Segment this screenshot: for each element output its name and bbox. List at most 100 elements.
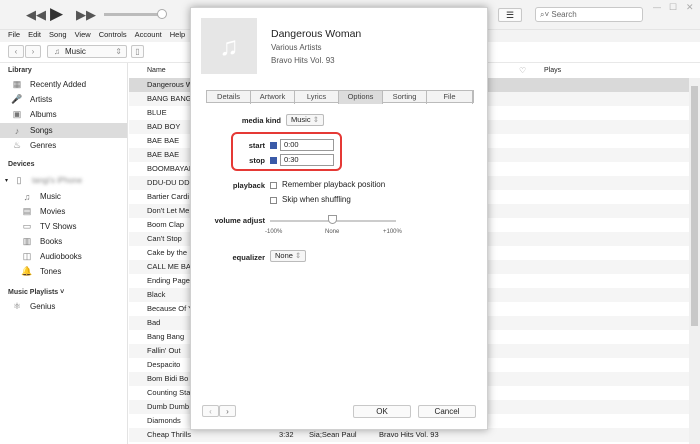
search-placeholder: Search [551,10,577,19]
song-name: Bang Bang [147,332,185,341]
skip-checkbox[interactable] [270,197,277,204]
back-button[interactable]: ‹ [8,45,24,58]
song-name: Cheap Thrills [147,430,192,439]
song-info-dialog: ♫ Dangerous Woman Various Artists Bravo … [190,7,488,430]
menu-file[interactable]: File [8,30,20,39]
search-input[interactable]: ⌕˅ Search [535,7,643,22]
note-icon: ♫ [54,47,60,56]
volume-slider[interactable] [104,13,164,16]
sidebar-item-recently-added[interactable]: ▦ Recently Added [0,77,127,92]
skip-label: Skip when shuffling [282,195,351,204]
artwork-placeholder-icon: ♫ [201,18,257,74]
tv-icon: ▭ [22,221,32,231]
equalizer-label: equalizer [232,253,265,262]
next-song-button[interactable]: › [219,405,236,417]
item-label: Books [40,237,63,246]
calendar-grid-icon: ▦ [12,79,22,89]
sidebar-item-genius[interactable]: ⚛ Genius [0,299,127,314]
media-selector[interactable]: ♫ Music ⇕ [47,45,127,58]
item-label: Movies [40,207,66,216]
item-label: Recently Added [30,80,87,89]
stop-checkbox[interactable] [270,157,277,164]
tab-file[interactable]: File [427,91,473,104]
volume-adjust-label: volume adjust [214,216,265,225]
stop-field[interactable]: 0:30 [280,154,334,166]
menu-song[interactable]: Song [49,30,67,39]
tab-bar: Details Artwork Lyrics Options Sorting File [206,90,474,104]
item-label: Music [40,192,61,201]
start-label: start [248,141,265,150]
album-icon: ▣ [12,109,22,119]
sidebar-item-songs[interactable]: ♪ Songs [0,123,127,138]
song-name: Despacito [147,360,181,369]
scrollbar[interactable] [689,78,700,444]
song-title: Dangerous Woman [271,28,362,40]
forward-button[interactable]: › [25,45,41,58]
device-item-audiobooks[interactable]: ◫ Audiobooks [0,249,127,264]
microphone-icon: 🎤 [11,94,23,104]
previous-song-button[interactable]: ‹ [202,405,219,417]
list-view-button[interactable]: ☰ [498,8,522,22]
sidebar-item-genres[interactable]: ♨ Genres [0,138,127,153]
menu-view[interactable]: View [75,30,91,39]
item-label: Genres [30,141,57,150]
play-icon[interactable]: ▶ [50,4,63,24]
column-plays-header[interactable]: Plays [544,67,561,74]
remember-checkbox[interactable] [270,182,277,189]
media-kind-select[interactable]: Music ⇕ [286,114,324,126]
song-name: Don't Let Me [147,206,190,215]
menu-account[interactable]: Account [135,30,162,39]
sidebar: Library ▦ Recently Added 🎤 Artists ▣ Albums… [0,63,128,444]
song-name: BLUE [147,108,167,117]
item-label: TV Shows [40,222,77,231]
maximize-icon[interactable]: ☐ [669,2,677,13]
device-iphone[interactable]: ▾ ▯ tangi's iPhone [0,173,127,188]
item-label: Artists [30,95,53,104]
item-label: Genius [30,302,56,311]
equalizer-select[interactable]: None ⇕ [270,250,307,262]
tab-sorting[interactable]: Sorting [383,91,427,104]
device-item-tones[interactable]: 🔔 Tones [0,264,127,279]
sidebar-item-albums[interactable]: ▣ Albums [0,107,127,122]
library-title: Library [8,67,32,74]
heart-icon[interactable]: ♡ [519,66,526,75]
table-row[interactable]: Cheap Thrills 3:32 Sia;Sean Paul Bravo Hits… [129,428,689,442]
item-label: Albums [30,110,57,119]
song-name: Bartier Cardi [147,192,190,201]
menu-edit[interactable]: Edit [28,30,41,39]
media-selector-label: Music [65,47,86,56]
playlists-title[interactable]: Music Playlists ˅ [8,289,64,296]
vol-min-label: -100% [265,229,283,235]
device-name: tangi's iPhone [32,176,83,185]
close-icon[interactable]: ✕ [686,2,694,13]
item-label: Audiobooks [40,252,82,261]
rewind-icon[interactable]: ◀◀ [26,7,46,23]
song-name: BAE BAE [147,136,180,145]
cancel-button[interactable]: Cancel [418,405,476,418]
remember-label: Remember playback position [282,180,386,189]
device-item-music[interactable]: ♫ Music [0,189,127,204]
column-name-header[interactable]: Name [147,67,166,74]
device-item-tv-shows[interactable]: ▭ TV Shows [0,219,127,234]
menu-help[interactable]: Help [170,30,185,39]
song-name: Dumb Dumb [147,402,190,411]
device-item-movies[interactable]: ▤ Movies [0,204,127,219]
volume-adjust-knob[interactable] [328,215,337,224]
start-checkbox[interactable] [270,142,277,149]
tab-artwork[interactable]: Artwork [251,91,295,104]
tab-options[interactable]: Options [339,91,383,104]
minimize-icon[interactable]: — [653,3,661,12]
tab-lyrics[interactable]: Lyrics [295,91,339,104]
volume-knob[interactable] [157,9,167,19]
sidebar-item-artists[interactable]: 🎤 Artists [0,92,127,107]
fast-forward-icon[interactable]: ▶▶ [76,7,96,23]
start-field[interactable]: 0:00 [280,139,334,151]
song-name: BANG BANG [147,94,192,103]
device-item-books[interactable]: ▥ Books [0,234,127,249]
song-name: CALL ME BA [147,262,191,271]
song-name: Counting Sta [147,388,191,397]
tab-details[interactable]: Details [207,91,251,104]
device-button[interactable]: ▯ [131,45,144,58]
ok-button[interactable]: OK [353,405,411,418]
menu-controls[interactable]: Controls [99,30,127,39]
